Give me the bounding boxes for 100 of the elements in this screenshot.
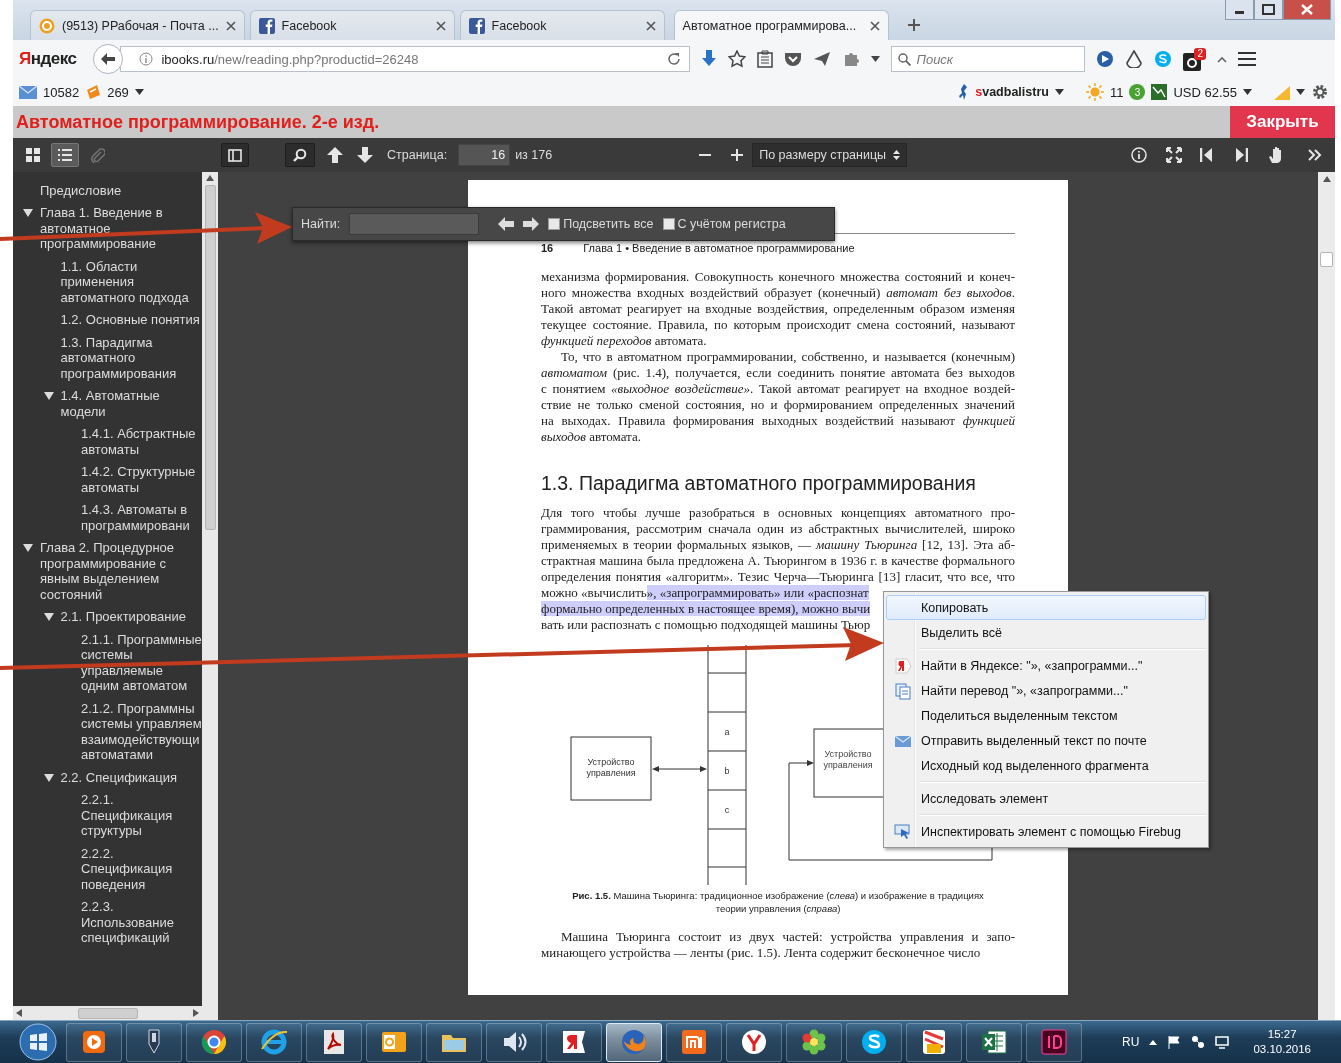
scrollbar-thumb[interactable] <box>204 185 216 530</box>
outline-item[interactable]: Глава 1. Введение в автоматное программирование <box>40 205 202 252</box>
maximize-icon[interactable] <box>1254 0 1283 20</box>
chart-icon[interactable] <box>1151 84 1168 100</box>
next-icon[interactable] <box>523 217 540 231</box>
weather-temperature[interactable]: 11 <box>1109 84 1124 100</box>
outline-item[interactable]: 2.2. Спецификация <box>60 769 202 785</box>
scrollbar[interactable] <box>202 172 218 1020</box>
caret-icon[interactable] <box>1243 89 1252 95</box>
clipboard-icon[interactable] <box>757 50 774 68</box>
menu-item[interactable]: Инспектировать элемент с помощью Firebug <box>886 819 1206 844</box>
outline-item[interactable]: 2.1.1. Программные системы управляемые одним автоматом <box>81 631 202 694</box>
reload-icon[interactable] <box>667 52 682 66</box>
envelope-icon[interactable] <box>19 85 37 99</box>
caret-icon[interactable] <box>1296 89 1305 95</box>
plus-icon[interactable] <box>907 19 920 31</box>
scrollbar-thumb[interactable] <box>1320 252 1333 267</box>
up-arrow-icon[interactable] <box>1322 176 1331 182</box>
caret-icon[interactable] <box>134 89 144 95</box>
previous-icon[interactable] <box>498 217 515 231</box>
expand-icon[interactable] <box>43 612 54 622</box>
sidebar-toggle-button[interactable] <box>221 143 249 167</box>
scrollbar-thumb[interactable] <box>77 1007 138 1019</box>
outline-item[interactable]: 2.2.3. Использование спецификаций <box>81 899 202 946</box>
language-indicator[interactable]: RU <box>1122 1035 1140 1049</box>
browser-tab[interactable]: Facebook <box>459 10 665 40</box>
left-arrow-icon[interactable] <box>16 1009 22 1017</box>
up-arrow-icon[interactable] <box>206 175 214 181</box>
currency-rate[interactable]: USD 62.55 <box>1173 84 1237 100</box>
menu-item[interactable]: Найти перевод "», «запрограмми..." <box>886 678 1206 703</box>
page-field[interactable]: 16 <box>458 144 511 166</box>
circle-icon[interactable] <box>1096 50 1115 68</box>
info-icon[interactable] <box>1131 147 1147 163</box>
scrollbar[interactable] <box>13 1006 202 1020</box>
outline-item[interactable]: 1.4.1. Абстрактные автоматы <box>81 426 202 457</box>
close-button[interactable]: Закрыть <box>1230 106 1335 138</box>
down-arrow-icon[interactable] <box>357 147 373 163</box>
menu-item[interactable]: Найти в Яндексе: "», «запрограмми..." <box>886 653 1206 678</box>
chevron-up-icon[interactable] <box>1217 55 1228 63</box>
browser-tab[interactable]: Автоматное программирова... <box>673 10 889 40</box>
flag-icon[interactable] <box>1167 1035 1182 1049</box>
menu-item[interactable]: Исследовать элемент <box>886 786 1206 811</box>
address-field[interactable]: ibooks.ru/new/reading.php?productid=26248 <box>120 46 691 72</box>
browser-tab[interactable]: Facebook <box>249 10 455 40</box>
outline-item[interactable]: 1.4. Автоматные модели <box>60 388 202 419</box>
send-icon[interactable] <box>813 51 832 67</box>
zoom-select[interactable]: По размеру страницы <box>752 143 908 167</box>
search-field[interactable]: Поиск <box>891 46 1086 72</box>
up-arrow-icon[interactable] <box>327 147 343 163</box>
mail-count[interactable]: 10582 <box>43 84 80 100</box>
caret-icon[interactable] <box>1054 89 1064 95</box>
puzzle-icon[interactable] <box>842 51 861 67</box>
last-page-icon[interactable] <box>1236 148 1248 162</box>
view-tab[interactable] <box>51 143 79 167</box>
outline-item[interactable]: 1.3. Парадигма автоматного программирования <box>60 334 202 381</box>
outline-item[interactable]: 2.1.2. Программны системы управляем взаимодействующи автоматами <box>81 700 202 763</box>
menu-item[interactable]: Отправить выделенный текст по почте <box>886 728 1206 753</box>
logo[interactable]: Яндекс <box>19 49 77 69</box>
chevron-up-icon[interactable] <box>1149 1039 1158 1045</box>
site-link[interactable]: svadbalistru <box>975 85 1049 99</box>
scrollbar[interactable] <box>1318 172 1335 1020</box>
monitor-icon[interactable] <box>1215 1035 1230 1049</box>
outline-item[interactable]: 1.2. Основные понятия <box>60 312 202 328</box>
close-icon[interactable] <box>645 20 656 31</box>
star-icon[interactable] <box>728 50 747 68</box>
browser-tab[interactable]: (9513) РРабочая - Почта ... <box>30 10 245 40</box>
fullscreen-icon[interactable] <box>1166 147 1182 163</box>
download-icon[interactable] <box>701 50 718 68</box>
pocket-icon[interactable] <box>784 51 803 67</box>
clock[interactable]: 15:27 03.10.2016 <box>1253 1027 1311 1057</box>
right-arrow-icon[interactable] <box>193 1009 199 1017</box>
expand-icon[interactable] <box>23 208 33 218</box>
menu-item[interactable]: Копировать <box>886 595 1206 620</box>
drop-icon[interactable] <box>1125 50 1144 68</box>
outline-item[interactable]: 1.4.3. Автоматы в программировани <box>81 502 202 533</box>
close-icon[interactable] <box>435 20 446 31</box>
outline-item[interactable]: 1.4.2. Структурные автоматы <box>81 464 202 495</box>
menu-item[interactable]: Исходный код выделенного фрагмента <box>886 753 1206 778</box>
outline-item[interactable]: Глава 2. Процедурное программирование с явным выделением состояний <box>40 540 202 602</box>
notification-badge[interactable]: 2 <box>1183 47 1207 71</box>
minimize-icon[interactable] <box>1225 0 1254 20</box>
menu-item[interactable]: Выделить всё <box>886 620 1206 645</box>
expand-icon[interactable] <box>23 543 33 553</box>
expand-icon[interactable] <box>43 391 54 401</box>
menu-item[interactable]: Поделиться выделенным текстом <box>886 703 1206 728</box>
outline-item[interactable]: 2.1. Проектирование <box>60 609 202 625</box>
zoom-in-icon[interactable] <box>731 149 744 161</box>
expand-icon[interactable] <box>43 772 54 783</box>
runner-icon[interactable] <box>957 84 970 100</box>
settings-icon[interactable] <box>1311 83 1329 101</box>
double-chevron-icon[interactable] <box>1308 149 1322 161</box>
caret-icon[interactable] <box>871 56 881 62</box>
checkbox-label[interactable]: Подсветить все <box>563 217 654 231</box>
feed-count[interactable]: 269 <box>107 84 129 100</box>
search-button[interactable] <box>285 143 315 167</box>
close-icon[interactable] <box>1283 0 1331 20</box>
back-button[interactable] <box>93 44 124 74</box>
checkbox-label[interactable]: С учётом регистра <box>677 217 786 231</box>
outline-item[interactable]: 1.1. Области применения автоматного подхода <box>60 258 202 305</box>
close-icon[interactable] <box>225 20 236 31</box>
